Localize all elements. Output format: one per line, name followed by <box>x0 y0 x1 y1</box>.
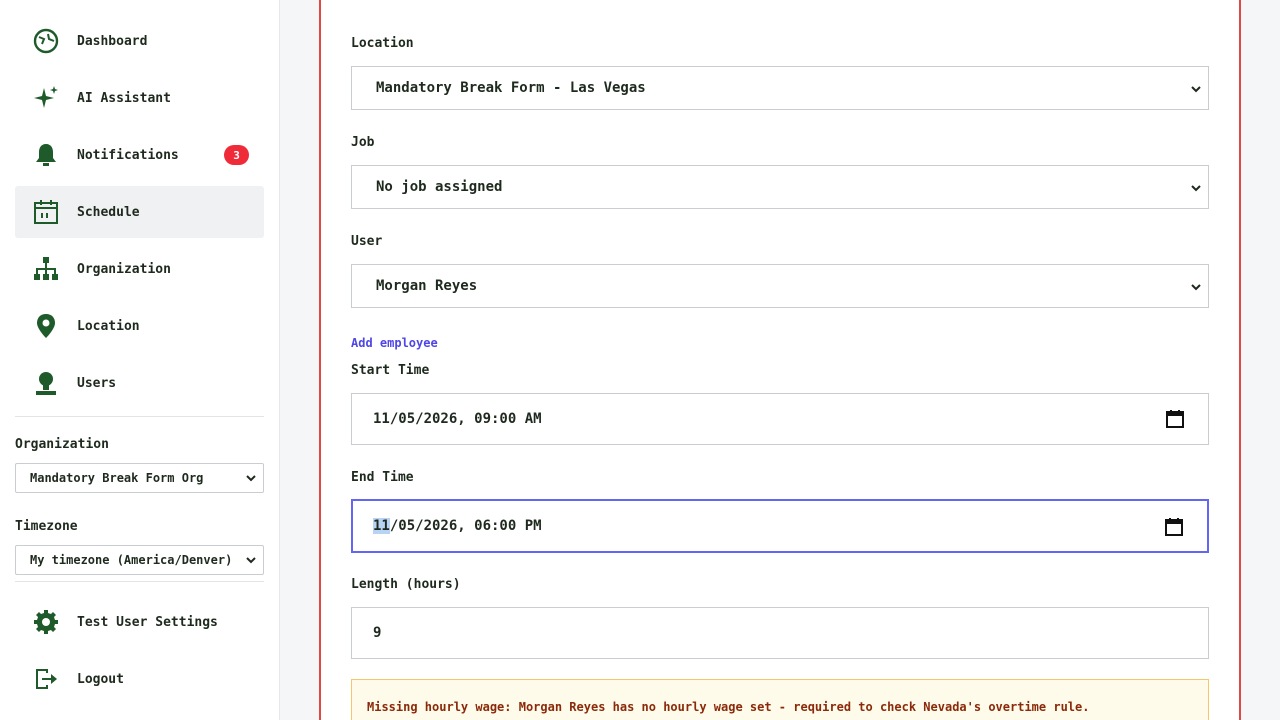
sidebar-item-dashboard[interactable]: Dashboard <box>15 15 264 67</box>
sidebar-divider <box>15 416 264 417</box>
sidebar-item-label: Logout <box>77 671 124 687</box>
organization-select[interactable]: Mandatory Break Form Org <box>15 463 264 493</box>
user-icon <box>30 367 62 399</box>
timezone-label: Timezone <box>15 519 78 534</box>
missing-wage-warning: Missing hourly wage: Morgan Reyes has no… <box>351 679 1209 720</box>
job-select-value: No job assigned <box>376 179 503 195</box>
job-label: Job <box>351 135 375 150</box>
sidebar-item-label: Location <box>77 318 140 334</box>
sidebar-item-location[interactable]: Location <box>15 300 264 352</box>
calendar-icon[interactable] <box>1165 409 1185 429</box>
notification-count-badge: 3 <box>224 145 249 165</box>
timezone-select[interactable]: My timezone (America/Denver) <box>15 545 264 575</box>
sidebar-item-label: Test User Settings <box>77 614 218 630</box>
sidebar-item-test-user-settings[interactable]: Test User Settings <box>15 596 264 648</box>
chevron-down-icon <box>1191 284 1201 291</box>
sidebar-item-logout[interactable]: Logout <box>15 653 264 705</box>
sparkle-icon <box>30 82 62 114</box>
location-select[interactable]: Mandatory Break Form - Las Vegas <box>351 66 1209 110</box>
dashboard-icon <box>30 25 62 57</box>
timezone-select-value: My timezone (America/Denver) <box>30 553 233 567</box>
page-background-gutter <box>1241 0 1280 720</box>
logout-icon <box>30 663 62 695</box>
length-label: Length (hours) <box>351 577 461 592</box>
location-select-value: Mandatory Break Form - Las Vegas <box>376 80 646 96</box>
end-time-input[interactable]: 11/05/2026, 06:00 PM <box>351 499 1209 553</box>
length-value: 9 <box>373 625 382 641</box>
end-time-month-segment[interactable]: 11 <box>373 518 390 534</box>
end-time-value-rest: /05/2026, 06:00 PM <box>389 518 542 534</box>
organization-label: Organization <box>15 437 109 452</box>
end-time-label: End Time <box>351 470 414 485</box>
sidebar-item-users[interactable]: Users <box>15 357 264 409</box>
start-time-input[interactable]: 11/05/2026, 09:00 AM <box>351 393 1209 445</box>
sidebar-item-label: Notifications <box>77 147 179 163</box>
sidebar-divider <box>15 581 264 582</box>
chevron-down-icon <box>1191 185 1201 192</box>
sidebar-item-label: Schedule <box>77 204 140 220</box>
sidebar: Dashboard AI Assistant Notifications 3 S… <box>0 0 280 720</box>
sidebar-item-ai-assistant[interactable]: AI Assistant <box>15 72 264 124</box>
calendar-icon <box>30 196 62 228</box>
user-select-value: Morgan Reyes <box>376 278 478 294</box>
end-time-value: 11/05/2026, 06:00 PM <box>373 518 542 534</box>
sidebar-item-organization[interactable]: Organization <box>15 243 264 295</box>
sidebar-item-label: Users <box>77 375 117 391</box>
calendar-icon[interactable] <box>1164 517 1184 537</box>
user-select[interactable]: Morgan Reyes <box>351 264 1209 308</box>
chevron-down-icon <box>246 557 256 564</box>
sidebar-item-label: AI Assistant <box>77 90 171 106</box>
chevron-down-icon <box>246 475 256 482</box>
bell-icon <box>30 139 62 171</box>
org-chart-icon <box>30 253 62 285</box>
gear-icon <box>30 606 62 638</box>
start-time-value: 11/05/2026, 09:00 AM <box>373 411 542 427</box>
location-label: Location <box>351 36 414 51</box>
sidebar-item-label: Organization <box>77 261 171 277</box>
start-time-label: Start Time <box>351 363 430 378</box>
job-select[interactable]: No job assigned <box>351 165 1209 209</box>
sidebar-item-notifications[interactable]: Notifications 3 <box>15 129 264 181</box>
add-employee-link[interactable]: Add employee <box>351 336 438 350</box>
map-pin-icon <box>30 310 62 342</box>
chevron-down-icon <box>1191 86 1201 93</box>
organization-select-value: Mandatory Break Form Org <box>30 471 204 485</box>
sidebar-item-schedule[interactable]: Schedule <box>15 186 264 238</box>
length-input[interactable]: 9 <box>351 607 1209 659</box>
sidebar-item-label: Dashboard <box>77 33 148 49</box>
user-label: User <box>351 234 383 249</box>
